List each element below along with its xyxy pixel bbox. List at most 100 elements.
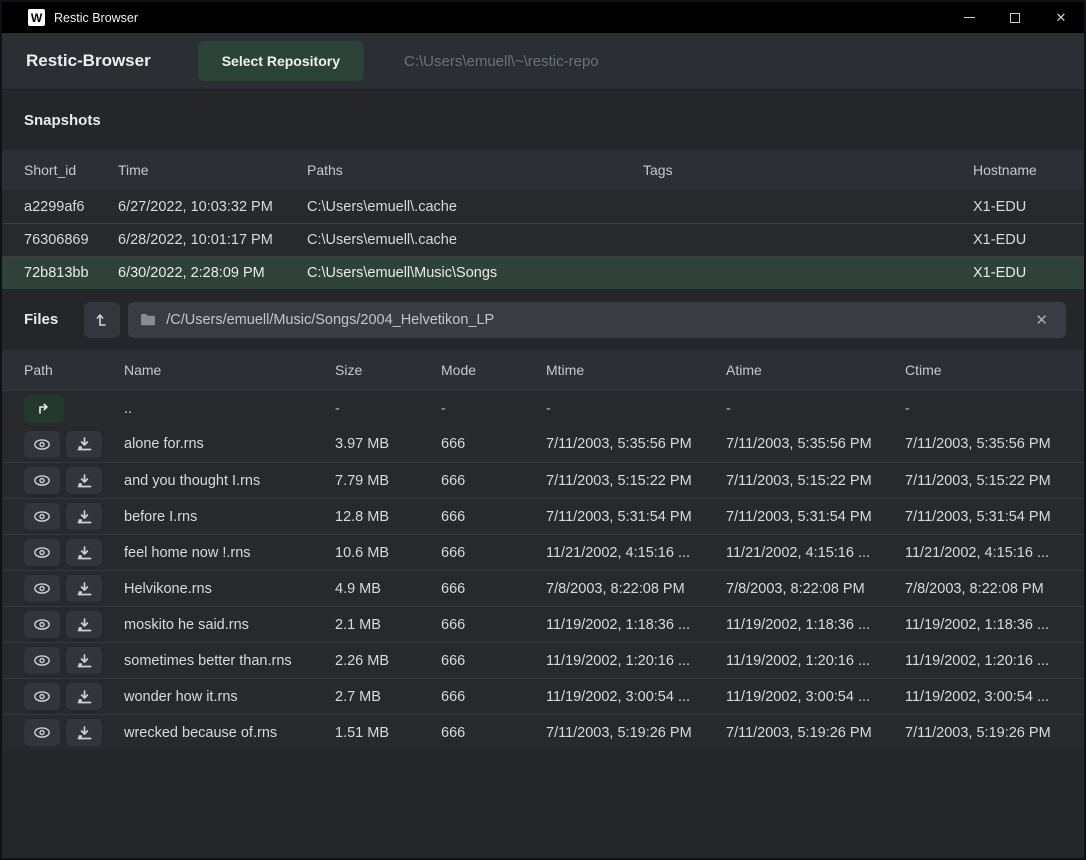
snapshot-time: 6/30/2022, 2:28:09 PM xyxy=(118,265,307,281)
snapshot-short-id: a2299af6 xyxy=(24,199,118,215)
file-name: wonder how it.rns xyxy=(124,689,335,705)
view-file-button[interactable] xyxy=(24,431,60,458)
app-name: Restic-Browser xyxy=(26,51,151,71)
files-path-value: /C/Users/emuell/Music/Songs/2004_Helveti… xyxy=(166,312,1029,328)
files-title: Files xyxy=(24,311,58,328)
select-repository-button[interactable]: Select Repository xyxy=(198,41,364,81)
file-mode: 666 xyxy=(441,617,546,633)
snapshot-row[interactable]: a2299af6 6/27/2022, 10:03:32 PM C:\Users… xyxy=(2,190,1084,223)
file-ctime: 7/11/2003, 5:35:56 PM xyxy=(905,436,1066,452)
file-row: Helvikone.rns 4.9 MB 666 7/8/2003, 8:22:… xyxy=(2,570,1084,606)
download-icon xyxy=(77,437,92,451)
file-row: feel home now !.rns 10.6 MB 666 11/21/20… xyxy=(2,534,1084,570)
snapshot-time: 6/27/2022, 10:03:32 PM xyxy=(118,199,307,215)
download-file-button[interactable] xyxy=(66,539,102,566)
col-ctime: Ctime xyxy=(905,362,1066,378)
files-section-bar: Files /C/Users/emuell/Music/Songs/2004_H… xyxy=(2,289,1084,350)
file-mode: 666 xyxy=(441,545,546,561)
snapshot-hostname: X1-EDU xyxy=(973,265,1066,281)
view-file-button[interactable] xyxy=(24,719,60,746)
file-row: moskito he said.rns 2.1 MB 666 11/19/200… xyxy=(2,606,1084,642)
file-mtime: 11/19/2002, 1:20:16 ... xyxy=(546,653,726,669)
file-mode: 666 xyxy=(441,436,546,452)
download-file-button[interactable] xyxy=(66,611,102,638)
window-title: Restic Browser xyxy=(54,11,138,25)
download-icon xyxy=(77,510,92,524)
go-to-parent-button[interactable] xyxy=(24,395,64,423)
download-icon xyxy=(77,726,92,740)
repository-path: C:\Users\emuell\~\restic-repo xyxy=(404,53,599,70)
file-size: 2.26 MB xyxy=(335,653,441,669)
download-file-button[interactable] xyxy=(66,503,102,530)
file-atime: 7/11/2003, 5:15:22 PM xyxy=(726,473,905,489)
maximize-icon xyxy=(1010,13,1020,23)
snapshot-time: 6/28/2022, 10:01:17 PM xyxy=(118,232,307,248)
view-file-button[interactable] xyxy=(24,683,60,710)
eye-icon xyxy=(33,582,51,595)
col-size: Size xyxy=(335,362,441,378)
snapshots-section-header: Snapshots xyxy=(2,90,1084,150)
download-icon xyxy=(77,474,92,488)
app-window: W Restic Browser ✕ Restic-Browser Select… xyxy=(0,0,1086,860)
parent-row-size: - xyxy=(335,401,441,417)
download-file-button[interactable] xyxy=(66,575,102,602)
file-name: Helvikone.rns xyxy=(124,581,335,597)
view-file-button[interactable] xyxy=(24,539,60,566)
file-mtime: 11/21/2002, 4:15:16 ... xyxy=(546,545,726,561)
file-row: wrecked because of.rns 1.51 MB 666 7/11/… xyxy=(2,714,1084,750)
eye-icon xyxy=(33,618,51,631)
files-tree-toggle-button[interactable] xyxy=(84,302,120,338)
parent-row-mode: - xyxy=(441,401,546,417)
minimize-button[interactable] xyxy=(946,2,992,33)
files-table-header: Path Name Size Mode Mtime Atime Ctime xyxy=(2,350,1084,390)
download-file-button[interactable] xyxy=(66,683,102,710)
eye-icon xyxy=(33,438,51,451)
view-file-button[interactable] xyxy=(24,611,60,638)
view-file-button[interactable] xyxy=(24,575,60,602)
file-size: 2.7 MB xyxy=(335,689,441,705)
app-icon: W xyxy=(28,9,45,26)
file-name: and you thought I.rns xyxy=(124,473,335,489)
snapshot-row[interactable]: 76306869 6/28/2022, 10:01:17 PM C:\Users… xyxy=(2,223,1084,256)
view-file-button[interactable] xyxy=(24,647,60,674)
file-mode: 666 xyxy=(441,473,546,489)
close-button[interactable]: ✕ xyxy=(1038,2,1084,33)
close-icon: ✕ xyxy=(1056,11,1067,24)
maximize-button[interactable] xyxy=(992,2,1038,33)
empty-area xyxy=(2,750,1084,858)
file-atime: 11/19/2002, 1:18:36 ... xyxy=(726,617,905,633)
snapshot-row[interactable]: 72b813bb 6/30/2022, 2:28:09 PM C:\Users\… xyxy=(2,256,1084,289)
file-atime: 7/11/2003, 5:19:26 PM xyxy=(726,725,905,741)
download-icon xyxy=(77,618,92,632)
titlebar: W Restic Browser ✕ xyxy=(2,2,1084,33)
download-icon xyxy=(77,690,92,704)
download-file-button[interactable] xyxy=(66,467,102,494)
view-file-button[interactable] xyxy=(24,503,60,530)
file-name: before I.rns xyxy=(124,509,335,525)
parent-row-name: .. xyxy=(124,401,335,417)
col-paths: Paths xyxy=(307,162,643,178)
view-file-button[interactable] xyxy=(24,467,60,494)
file-mode: 666 xyxy=(441,689,546,705)
folder-icon xyxy=(140,312,156,327)
file-name: moskito he said.rns xyxy=(124,617,335,633)
col-hostname: Hostname xyxy=(973,162,1066,178)
clear-path-button[interactable]: ✕ xyxy=(1029,309,1054,331)
col-name: Name xyxy=(124,362,335,378)
up-then-right-arrow-icon xyxy=(36,401,52,416)
snapshots-table-body: a2299af6 6/27/2022, 10:03:32 PM C:\Users… xyxy=(2,190,1084,289)
file-size: 7.79 MB xyxy=(335,473,441,489)
download-file-button[interactable] xyxy=(66,647,102,674)
download-file-button[interactable] xyxy=(66,719,102,746)
parent-row-atime: - xyxy=(726,401,905,417)
download-file-button[interactable] xyxy=(66,431,102,458)
file-ctime: 11/19/2002, 1:18:36 ... xyxy=(905,617,1066,633)
file-ctime: 7/11/2003, 5:19:26 PM xyxy=(905,725,1066,741)
download-icon xyxy=(77,582,92,596)
files-table-body: alone for.rns 3.97 MB 666 7/11/2003, 5:3… xyxy=(2,426,1084,750)
eye-icon xyxy=(33,726,51,739)
file-size: 4.9 MB xyxy=(335,581,441,597)
files-path-input[interactable]: /C/Users/emuell/Music/Songs/2004_Helveti… xyxy=(128,302,1066,338)
snapshot-hostname: X1-EDU xyxy=(973,232,1066,248)
file-mtime: 7/11/2003, 5:19:26 PM xyxy=(546,725,726,741)
